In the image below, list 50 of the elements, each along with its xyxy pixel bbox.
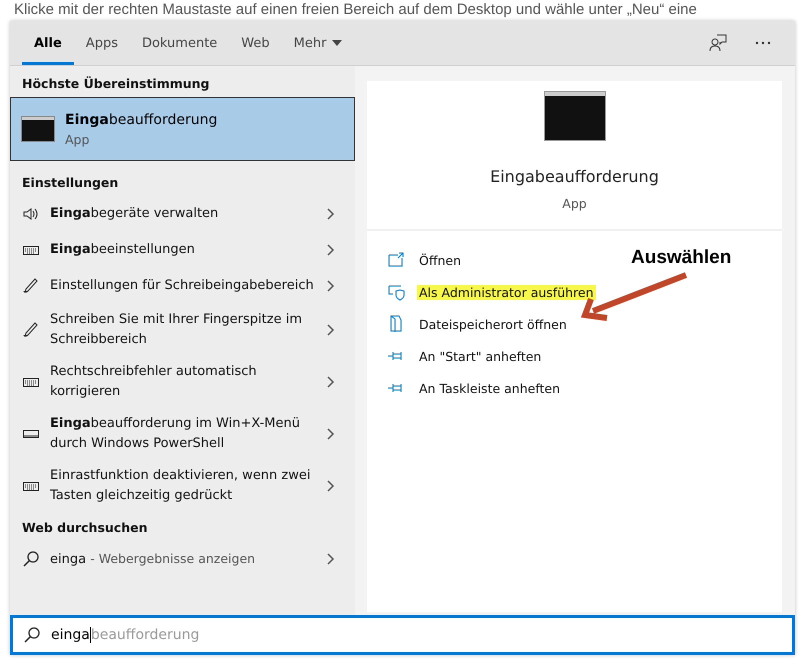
action-link[interactable]: Öffnen (417, 252, 463, 268)
chevron-right-icon (327, 376, 335, 388)
more-icon[interactable] (755, 41, 771, 45)
app-type: App (562, 196, 587, 211)
chevron-right-icon (327, 324, 335, 336)
settings-item[interactable]: Einstellungen für Schreibeingabebereich (50, 276, 317, 296)
action-link[interactable]: Als Administrator ausführen (417, 284, 596, 300)
tab[interactable]: Apps (74, 21, 130, 65)
caret-icon (332, 40, 342, 46)
chevron-right-icon (327, 553, 335, 565)
web-search-item[interactable]: einga - Webergebnisse anzeigen (50, 548, 317, 570)
app-title: Eingabeaufforderung (65, 112, 218, 128)
background-text: Klicke mit der rechten Maustaste auf einen freien Bereich auf dem Desktop und wähle unter „Neu“ eine (14, 1, 697, 18)
chevron-right-icon (327, 280, 335, 292)
chevron-right-icon (327, 208, 335, 220)
section-heading: Höchste Übereinstimmung (21, 75, 210, 93)
search-field[interactable]: einga beaufforderung (10, 615, 795, 655)
settings-item[interactable]: Schreiben Sie mit Ihrer Fingerspitze im Schreibbereich (50, 310, 317, 350)
action-link[interactable]: An "Start" anheften (417, 348, 544, 364)
search-icon (22, 550, 40, 568)
terminal-icon (21, 116, 55, 142)
app-type: App (65, 132, 90, 146)
speaker-icon (22, 206, 40, 222)
autocomplete-text: beaufforderung (90, 627, 200, 643)
tab[interactable]: Dokumente (130, 21, 230, 65)
pen-icon (22, 322, 40, 338)
chevron-right-icon (327, 480, 335, 492)
tab[interactable]: Mehr (282, 21, 354, 65)
chevron-right-icon (327, 244, 335, 256)
shield-icon (387, 283, 405, 301)
tab[interactable]: Web (229, 21, 282, 65)
section-heading: Einstellungen (21, 174, 120, 192)
action-link[interactable]: An Taskleiste anheften (417, 380, 562, 396)
typed-text: einga (51, 627, 91, 643)
search-icon (23, 626, 41, 644)
settings-item[interactable]: Eingabeeinstellungen (50, 240, 317, 260)
action-link[interactable]: Dateispeicherort öffnen (417, 316, 569, 332)
settings-item[interactable]: Eingabeaufforderung im Win+X-Menü durch Windows PowerShell (50, 414, 317, 454)
best-match-item[interactable]: Eingabeaufforderung App (10, 97, 355, 161)
terminal-icon (544, 91, 606, 141)
feedback-icon[interactable] (709, 34, 727, 52)
section-heading: Web durchsuchen (21, 519, 148, 537)
settings-item[interactable]: Eingabegeräte verwalten (50, 204, 317, 224)
chevron-right-icon (327, 428, 335, 440)
annotation-label: Auswählen (631, 247, 732, 269)
open-window-icon (387, 251, 405, 269)
settings-item[interactable]: Rechtschreibfehler automatisch korrigieren (50, 362, 317, 402)
preview-title: Eingabeaufforderung (490, 167, 659, 186)
pen-icon (22, 278, 40, 294)
settings-item[interactable]: Einrastfunktion deaktivieren, wenn zwei Tasten gleichzeitig gedrückt (50, 466, 317, 506)
